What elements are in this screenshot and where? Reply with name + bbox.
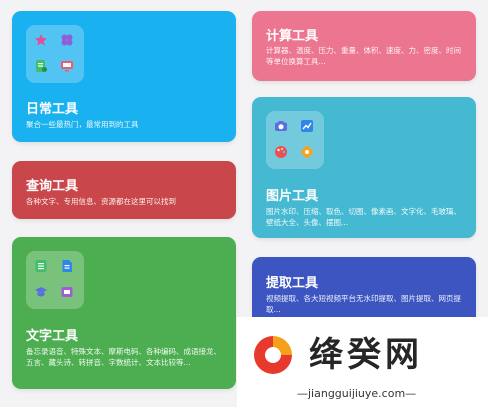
daily-icon-grid bbox=[26, 25, 84, 83]
clover-icon bbox=[58, 31, 76, 49]
calc-tools-desc: 计算器、温度、压力、重量、体积、速度、力、密度、时间等单位换算工具... bbox=[266, 46, 461, 66]
site-watermark: 绛癸网 —jiangguijiuye.com— bbox=[237, 317, 488, 407]
daily-tools-card[interactable]: 日常工具 聚合一些最热门，最常用到的工具 bbox=[12, 11, 236, 142]
daily-tools-title: 日常工具 bbox=[26, 102, 79, 117]
text-tools-desc: 备忘录语音、特殊文本、摩斯电码、各种编码、成语接龙、五言、藏头诗、转拼音、字数统… bbox=[26, 347, 221, 367]
watermark-url: —jiangguijiuye.com— bbox=[297, 387, 417, 400]
chart-icon bbox=[298, 117, 316, 135]
query-tools-title: 查询工具 bbox=[26, 179, 79, 194]
file-icon bbox=[58, 257, 76, 275]
graduation-icon bbox=[32, 283, 50, 301]
text-icon-grid bbox=[26, 251, 84, 309]
query-tools-card[interactable]: 查询工具 各种文字、专用信息、资源都在这里可以找到 bbox=[12, 161, 236, 219]
watermark-logo-icon bbox=[251, 333, 295, 377]
image-tools-title: 图片工具 bbox=[266, 189, 319, 204]
flower-icon bbox=[298, 143, 316, 161]
image-tools-desc: 图片水印、压缩、取色、切图、像素画、文字化、毛玻璃、壁纸大全、头像、摆图... bbox=[266, 207, 461, 227]
query-tools-desc: 各种文字、专用信息、资源都在这里可以找到 bbox=[26, 197, 176, 206]
image-icon-grid bbox=[266, 111, 324, 169]
text-tools-title: 文字工具 bbox=[26, 329, 79, 344]
text-tools-card[interactable]: 文字工具 备忘录语音、特殊文本、摩斯电码、各种编码、成语接龙、五言、藏头诗、转拼… bbox=[12, 237, 236, 389]
extract-tools-title: 提取工具 bbox=[266, 276, 319, 291]
palette-icon bbox=[272, 143, 290, 161]
watermark-brand: 绛癸网 bbox=[309, 335, 423, 375]
list-icon bbox=[32, 257, 50, 275]
camera-icon bbox=[272, 117, 290, 135]
monitor-icon bbox=[58, 57, 76, 75]
star-icon bbox=[32, 31, 50, 49]
extract-tools-desc: 视频提取、各大短视频平台无水印提取、图片提取、网页提取... bbox=[266, 294, 461, 314]
image-tools-card[interactable]: 图片工具 图片水印、压缩、取色、切图、像素画、文字化、毛玻璃、壁纸大全、头像、摆… bbox=[252, 97, 476, 238]
calc-tools-title: 计算工具 bbox=[266, 29, 319, 44]
daily-tools-desc: 聚合一些最热门，最常用到的工具 bbox=[26, 120, 139, 129]
cube-icon bbox=[58, 283, 76, 301]
document-icon bbox=[32, 57, 50, 75]
tools-page: 日常工具 聚合一些最热门，最常用到的工具 计算工具 计算器、温度、压力、重量、体… bbox=[0, 0, 488, 407]
calc-tools-card[interactable]: 计算工具 计算器、温度、压力、重量、体积、速度、力、密度、时间等单位换算工具..… bbox=[252, 11, 476, 81]
